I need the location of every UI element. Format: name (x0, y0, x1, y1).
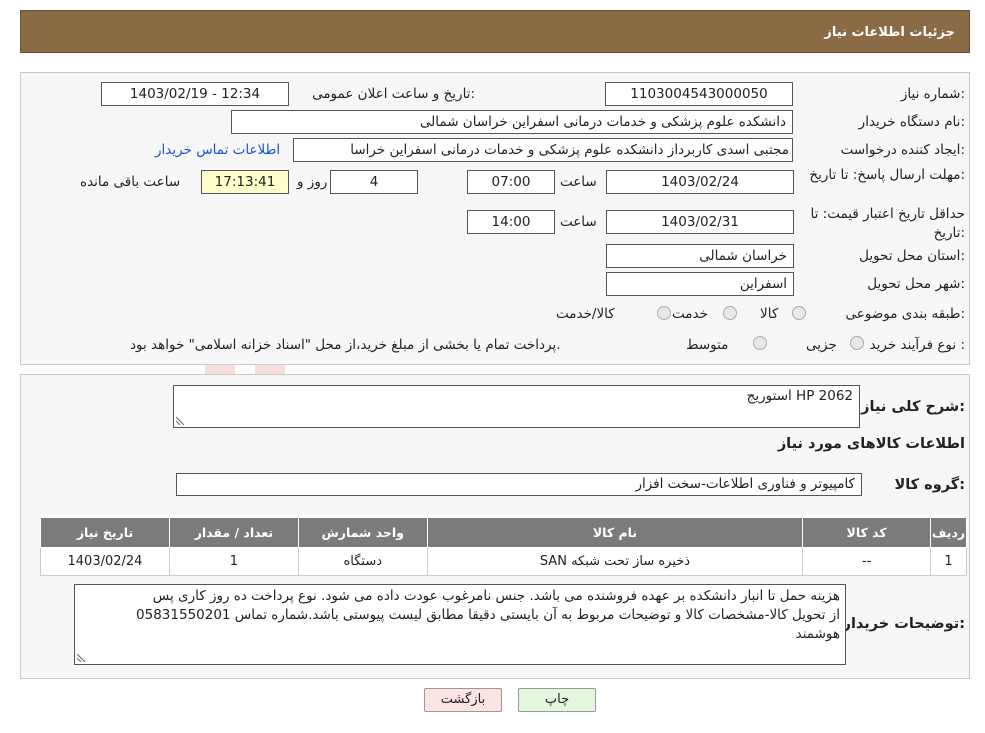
col-row-header: ردیف (930, 517, 967, 548)
goods-table-wrap: ردیف کد کالا نام کالا واحد شمارش تعداد /… (40, 517, 967, 576)
remaining-time-field: 17:13:41 (201, 170, 289, 194)
announce-field: 1403/02/19 - 12:34 (101, 82, 289, 106)
goods-group-field: کامپیوتر و فناوری اطلاعات-سخت افزار (176, 473, 862, 496)
creator-field: مجتبی اسدی کاربرداز دانشکده علوم پزشکی و… (293, 138, 793, 162)
deadline-time-field: 07:00 (467, 170, 555, 194)
deadline-date-field: 1403/02/24 (606, 170, 794, 194)
col-code-header: کد کالا (802, 517, 932, 548)
back-button[interactable]: بازگشت (424, 688, 502, 712)
table-header-row: ردیف کد کالا نام کالا واحد شمارش تعداد /… (40, 517, 967, 548)
creator-label: ایجاد کننده درخواست: (840, 142, 965, 158)
process-minor-radio[interactable] (850, 336, 864, 350)
need-number-label: شماره نیاز: (900, 86, 965, 102)
print-button[interactable]: چاپ (518, 688, 596, 712)
province-label: استان محل تحویل: (859, 248, 965, 264)
announce-label: تاریخ و ساعت اعلان عمومی: (312, 86, 475, 102)
col-date-header: تاریخ نیاز (40, 517, 170, 548)
table-row: 1 -- ذخیره ساز تحت شبکه SAN دستگاه 1 140… (40, 547, 967, 576)
contact-link[interactable]: اطلاعات تماس خریدار (155, 142, 280, 158)
resize-grip-icon[interactable] (176, 416, 185, 425)
process-minor-label: جزیی (806, 337, 837, 353)
col-qty-header: تعداد / مقدار (168, 517, 299, 548)
category-service-radio[interactable] (723, 306, 737, 320)
cell-date: 1403/02/24 (40, 547, 170, 576)
category-service-label: خدمت (672, 306, 708, 322)
category-goods-label: کالا (760, 306, 779, 322)
process-note: پرداخت تمام یا بخشی از مبلغ خرید،از محل … (130, 337, 561, 353)
col-unit-header: واحد شمارش (297, 517, 428, 548)
cell-row: 1 (930, 547, 967, 576)
validity-time-field: 14:00 (467, 210, 555, 234)
need-description-field: استوریج HP 2062 (173, 385, 860, 428)
days-label: روز و (297, 174, 328, 190)
remaining-label: ساعت باقی مانده (80, 174, 181, 190)
category-goods-radio[interactable] (792, 306, 806, 320)
resize-grip-icon[interactable] (77, 653, 86, 662)
validity-label: حداقل تاریخ اعتبار قیمت: تا تاریخ: (810, 206, 965, 241)
process-medium-label: متوسط (686, 337, 729, 353)
buyer-notes-line2: از تحویل کالا-مشخصات کالا و توضیحات مربو… (136, 607, 840, 623)
process-medium-radio[interactable] (753, 336, 767, 350)
category-both-label: کالا/خدمت (556, 306, 615, 322)
col-name-header: نام کالا (426, 517, 804, 548)
category-label: طبقه بندی موضوعی: (845, 306, 965, 322)
goods-section-title: اطلاعات کالاهای مورد نیاز (777, 436, 965, 452)
page-title: جزئیات اطلاعات نیاز (824, 25, 955, 40)
buyer-notes-field: هزینه حمل تا انبار دانشکده بر عهده فروشن… (74, 584, 846, 665)
category-both-radio[interactable] (657, 306, 671, 320)
validity-time-label: ساعت (560, 214, 597, 230)
deadline-label: مهلت ارسال پاسخ: تا تاریخ: (809, 167, 965, 183)
page-header: جزئیات اطلاعات نیاز (20, 10, 970, 53)
process-label: نوع فرآیند خرید : (869, 337, 965, 353)
need-number-field: 1103004543000050 (605, 82, 793, 106)
buyer-org-field: دانشکده علوم پزشکی و خدمات درمانی اسفرای… (231, 110, 793, 134)
cell-unit: دستگاه (297, 547, 428, 576)
buyer-notes-line1: هزینه حمل تا انبار دانشکده بر عهده فروشن… (152, 588, 840, 604)
city-field: اسفراین (606, 272, 794, 296)
goods-group-label: گروه کالا: (894, 477, 965, 493)
city-label: شهر محل تحویل: (867, 276, 965, 292)
buyer-org-label: نام دستگاه خریدار: (858, 114, 965, 130)
cell-name: ذخیره ساز تحت شبکه SAN (426, 547, 804, 576)
cell-code: -- (802, 547, 932, 576)
validity-date-field: 1403/02/31 (606, 210, 794, 234)
cell-qty: 1 (168, 547, 299, 576)
need-description-label: شرح کلی نیاز: (861, 399, 965, 415)
days-field: 4 (330, 170, 418, 194)
province-field: خراسان شمالی (606, 244, 794, 268)
buyer-notes-label: توضیحات خریدار: (842, 616, 965, 632)
goods-table: ردیف کد کالا نام کالا واحد شمارش تعداد /… (40, 517, 967, 576)
need-description-text: استوریج HP 2062 (746, 388, 853, 404)
buyer-notes-line3: هوشمند (795, 626, 840, 642)
deadline-time-label: ساعت (560, 174, 597, 190)
